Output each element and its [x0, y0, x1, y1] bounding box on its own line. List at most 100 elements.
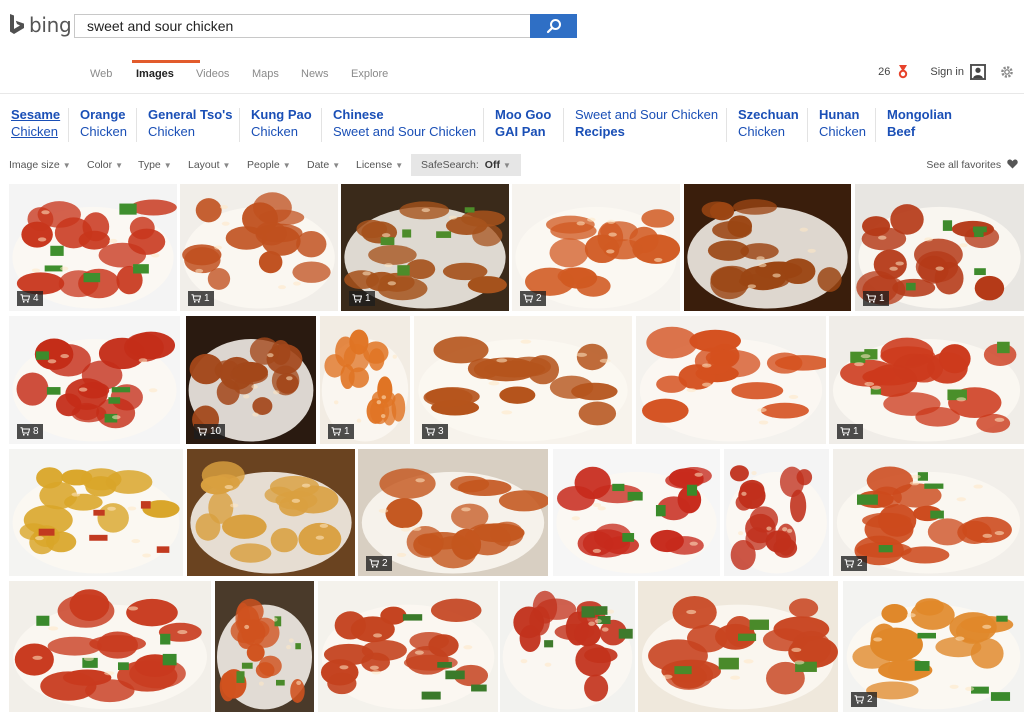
caret-down-icon: ▼	[332, 161, 341, 170]
related-search-chinese-sweet-and-sour[interactable]: Chinese Sweet and Sour Chicken	[333, 106, 476, 144]
related-search-moo-goo-gai-pan[interactable]: Moo Goo GAI Pan	[495, 106, 551, 144]
shopping-badge[interactable]: 4	[17, 291, 43, 306]
image-result[interactable]	[500, 581, 635, 712]
shopping-badge[interactable]: 3	[422, 424, 448, 439]
filter-label: License	[356, 159, 393, 171]
shopping-badge[interactable]: 2	[841, 556, 867, 571]
related-search-orange-chicken[interactable]: Orange Chicken	[80, 106, 127, 144]
caret-down-icon: ▼	[222, 161, 231, 170]
related-line1: Moo Goo	[495, 107, 552, 122]
filter-layout[interactable]: Layout ▼	[188, 154, 230, 176]
shopping-cart-icon	[844, 559, 854, 568]
image-result[interactable]: 2	[843, 581, 1024, 712]
related-separator	[321, 108, 322, 142]
tab-news[interactable]: News	[301, 60, 351, 94]
related-line2: Chicken	[148, 124, 195, 139]
tab-web[interactable]: Web	[90, 60, 136, 94]
related-separator	[239, 108, 240, 142]
filter-type[interactable]: Type ▼	[138, 154, 172, 176]
filter-date[interactable]: Date ▼	[307, 154, 340, 176]
badge-count: 1	[879, 293, 885, 304]
search-input[interactable]	[75, 15, 530, 37]
related-search-szechuan-chicken[interactable]: Szechuan Chicken	[738, 106, 799, 144]
shopping-badge[interactable]: 1	[863, 291, 889, 306]
image-result[interactable]	[684, 184, 851, 311]
shopping-badge[interactable]: 2	[520, 291, 546, 306]
image-result[interactable]	[9, 449, 183, 576]
related-separator	[563, 108, 564, 142]
user-avatar-icon[interactable]	[970, 64, 986, 80]
badge-count: 2	[867, 694, 873, 705]
tab-maps[interactable]: Maps	[252, 60, 301, 94]
image-result[interactable]	[724, 449, 829, 576]
filter-color[interactable]: Color ▼	[87, 154, 123, 176]
tab-images[interactable]: Images	[132, 60, 200, 94]
image-result[interactable]: 2	[833, 449, 1024, 576]
related-search-mongolian-beef[interactable]: Mongolian Beef	[887, 106, 952, 144]
image-result[interactable]: 2	[358, 449, 548, 576]
header-divider	[0, 93, 1024, 94]
image-result[interactable]	[638, 581, 838, 712]
see-all-favorites-link[interactable]: See all favorites	[926, 154, 1018, 176]
filter-license[interactable]: License ▼	[356, 154, 403, 176]
food-photo	[553, 449, 720, 576]
shopping-badge[interactable]: 2	[851, 692, 877, 707]
filter-bar: Image size ▼ Color ▼ Type ▼ Layout ▼ People ▼…	[0, 154, 1024, 176]
related-search-kung-pao-chicken[interactable]: Kung Pao Chicken	[251, 106, 312, 144]
image-result[interactable]: 1	[320, 316, 410, 444]
shopping-cart-icon	[191, 294, 201, 303]
shopping-badge[interactable]: 1	[188, 291, 214, 306]
related-separator	[136, 108, 137, 142]
signin-link[interactable]: Sign in	[930, 66, 964, 78]
tab-explore[interactable]: Explore	[351, 60, 401, 94]
badge-count: 4	[33, 293, 39, 304]
shopping-badge[interactable]: 1	[837, 424, 863, 439]
header-right: 26 Sign in	[878, 64, 1014, 80]
image-result[interactable]	[187, 449, 355, 576]
image-result[interactable]	[318, 581, 498, 712]
search-button[interactable]	[530, 14, 577, 38]
filter-image-size[interactable]: Image size ▼	[9, 154, 71, 176]
bing-wordmark: bing	[29, 13, 72, 37]
related-line1: Orange	[80, 107, 126, 122]
header: bing Web Images Videos Maps News Explore…	[0, 0, 1024, 100]
tab-videos[interactable]: Videos	[196, 60, 252, 94]
related-search-sesame-chicken[interactable]: Sesame Chicken	[11, 106, 60, 144]
bing-logo[interactable]: bing	[9, 12, 72, 38]
image-result[interactable]: 2	[512, 184, 680, 311]
image-result[interactable]: 1	[180, 184, 338, 311]
image-result[interactable]: 1	[341, 184, 509, 311]
related-search-hunan-chicken[interactable]: Hunan Chicken	[819, 106, 866, 144]
shopping-badge[interactable]: 10	[194, 424, 226, 439]
image-result[interactable]: 3	[414, 316, 632, 444]
shopping-badge[interactable]: 8	[17, 424, 43, 439]
image-result[interactable]: 1	[829, 316, 1024, 444]
image-result[interactable]: 4	[9, 184, 177, 311]
shopping-badge[interactable]: 2	[366, 556, 392, 571]
related-line1: Mongolian	[887, 107, 952, 122]
image-result[interactable]	[553, 449, 720, 576]
related-line2: Chicken	[819, 124, 866, 139]
image-result[interactable]: 10	[186, 316, 316, 444]
shopping-badge[interactable]: 1	[349, 291, 375, 306]
related-search-recipes[interactable]: Sweet and Sour Chicken Recipes	[575, 106, 718, 144]
shopping-badge[interactable]: 1	[328, 424, 354, 439]
badge-count: 2	[536, 293, 542, 304]
related-line2: Chicken	[251, 124, 298, 139]
image-result[interactable]: 8	[9, 316, 180, 444]
filter-safesearch[interactable]: SafeSearch: Off ▼	[411, 154, 521, 176]
shopping-cart-icon	[20, 294, 30, 303]
nav-tabs: Web Images Videos Maps News Explore	[90, 60, 401, 94]
shopping-cart-icon	[523, 294, 533, 303]
image-result[interactable]	[636, 316, 826, 444]
image-result[interactable]	[215, 581, 314, 712]
related-line2: Beef	[887, 124, 916, 139]
related-search-general-tsos-chicken[interactable]: General Tso's Chicken	[148, 106, 233, 144]
rewards-medal-icon[interactable]	[896, 65, 910, 79]
rewards-points[interactable]: 26	[878, 66, 890, 78]
filter-people[interactable]: People ▼	[247, 154, 291, 176]
bing-logo-icon	[10, 14, 24, 34]
image-result[interactable]	[9, 581, 211, 712]
image-result[interactable]: 1	[855, 184, 1024, 311]
settings-gear-icon[interactable]	[1000, 65, 1014, 79]
